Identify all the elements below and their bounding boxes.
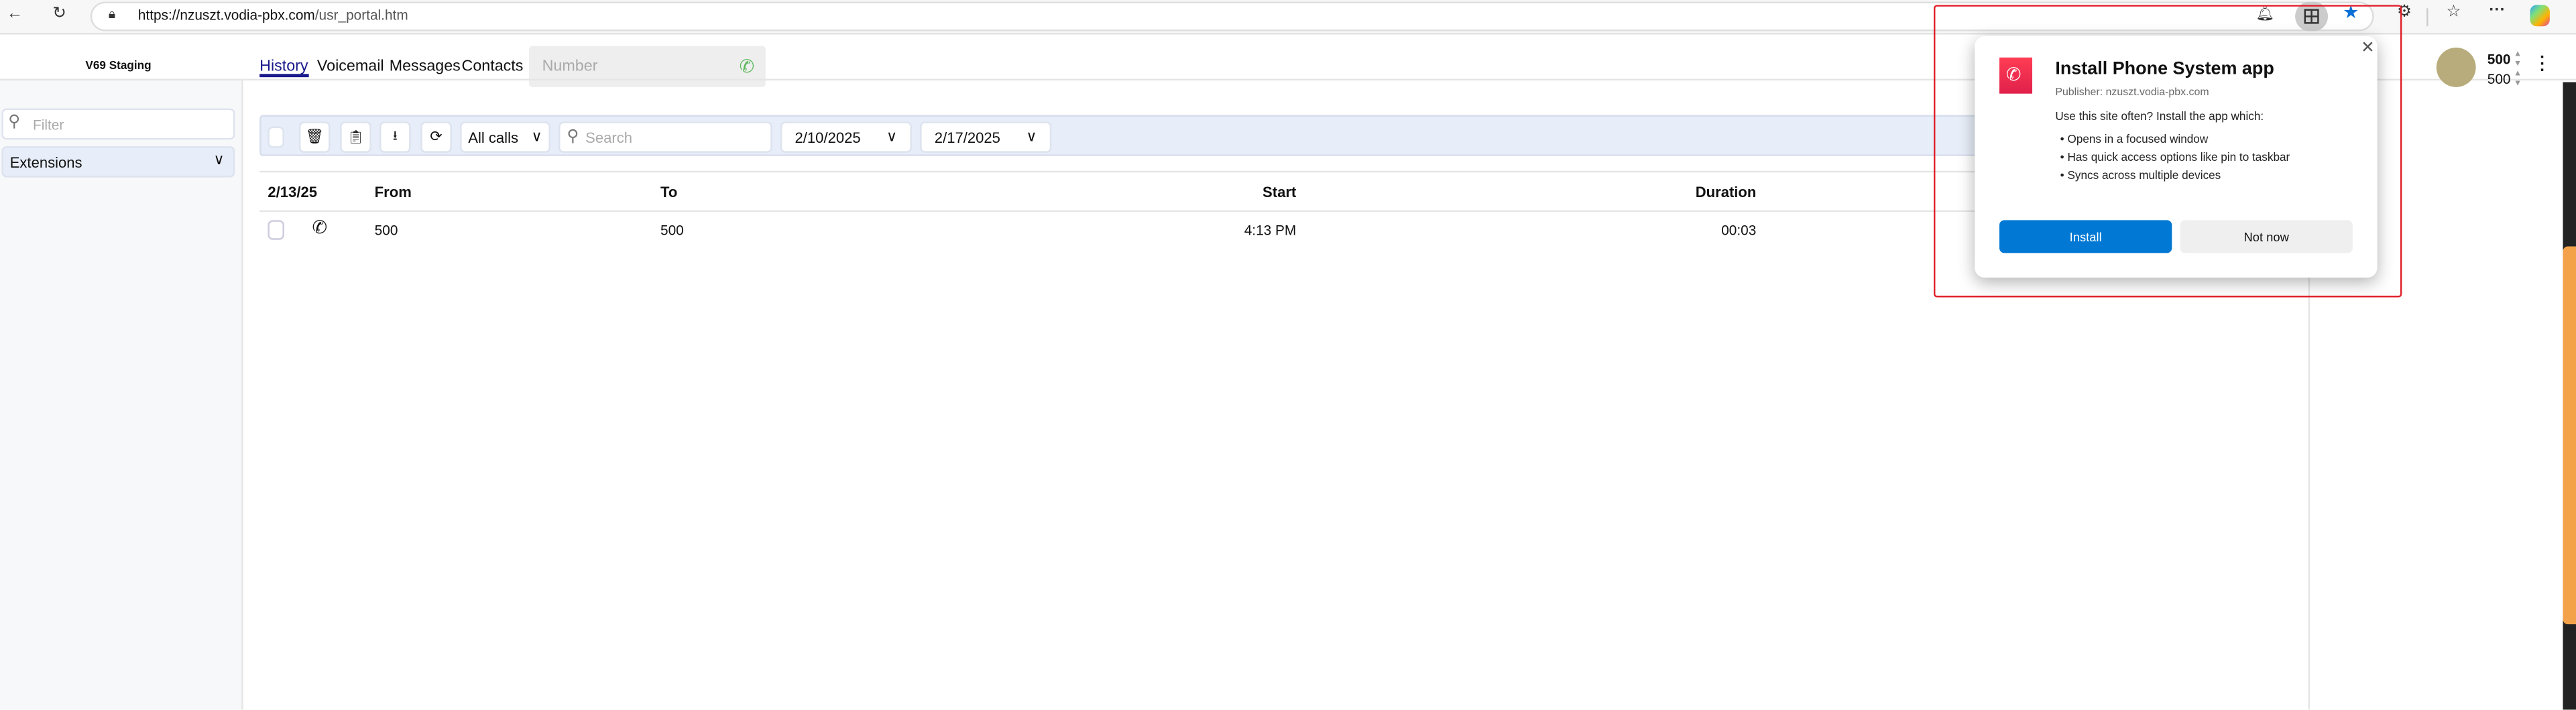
bullet-text: Opens in a focused window — [2067, 134, 2209, 147]
user-extension: 500 — [2487, 50, 2511, 68]
install-button[interactable]: Install — [1999, 220, 2172, 253]
column-header-from[interactable]: From — [375, 184, 412, 200]
filter-input[interactable]: ⚲ Filter — [1, 108, 235, 140]
call-type-select[interactable]: All calls ∨ — [460, 121, 550, 153]
install-app-popup: ✕ ✆ Install Phone System app Publisher: … — [1975, 36, 2378, 278]
sidebar-item-extensions[interactable]: Extensions ∨ — [1, 146, 235, 178]
cell-start: 4:13 PM — [1244, 221, 1297, 239]
active-tab-underline — [259, 74, 309, 78]
call-icon[interactable]: ✆ — [740, 56, 755, 77]
delete-button[interactable]: 🗑︎ — [298, 121, 331, 153]
url-path: /usr_portal.htm — [314, 6, 408, 23]
scrollbar[interactable] — [2563, 82, 2576, 710]
tab-messages[interactable]: Messages — [390, 58, 461, 76]
trash-icon: 🗑︎ — [305, 128, 325, 145]
tab-voicemail[interactable]: Voicemail — [317, 58, 384, 76]
screen: ← ↻ 🔒︎ https://nzuszt.vodia-pbx.com/usr_… — [0, 0, 2576, 710]
brand-label: V69 Staging — [85, 60, 152, 72]
tab-history[interactable]: History — [259, 58, 308, 76]
bullet-text: Syncs across multiple devices — [2067, 170, 2221, 182]
user-number: 500 — [2487, 70, 2511, 87]
url-host: https://nzuszt.vodia-pbx.com — [137, 6, 315, 23]
cell-to: 500 — [660, 221, 684, 239]
more-icon[interactable]: ··· — [2489, 3, 2506, 20]
bullet-text: Has quick access options like pin to tas… — [2067, 152, 2290, 165]
lock-icon: 🔒︎ — [108, 6, 116, 21]
date-from-value: 2/10/2025 — [795, 129, 861, 145]
search-input[interactable]: ⚲ Search — [559, 121, 772, 153]
date-group-header: 2/13/25 — [268, 184, 317, 200]
tab-contacts[interactable]: Contacts — [462, 58, 524, 76]
url-text[interactable]: https://nzuszt.vodia-pbx.com/usr_portal.… — [138, 7, 408, 23]
not-now-button[interactable]: Not now — [2180, 220, 2353, 253]
popup-publisher: Publisher: nzuszt.vodia-pbx.com — [2055, 86, 2209, 99]
favorites-icon[interactable]: ☆ — [2446, 4, 2461, 21]
extensions-label: Extensions — [9, 154, 82, 171]
date-from-select[interactable]: 2/10/2025 ∨ — [780, 121, 912, 153]
refresh-button[interactable]: ⟳ — [420, 121, 452, 153]
cell-duration: 00:03 — [1721, 221, 1757, 239]
chevron-down-icon: ∨ — [531, 128, 542, 145]
bullet-item: • Syncs across multiple devices — [2060, 170, 2221, 182]
column-header-start[interactable]: Start — [1263, 184, 1296, 200]
copilot-icon[interactable] — [2530, 5, 2550, 27]
back-icon[interactable]: ← — [7, 6, 23, 23]
kebab-menu-icon[interactable]: · · · — [2540, 50, 2545, 80]
app-icon: ✆ — [1999, 57, 2033, 94]
download-button[interactable]: ⭳ — [379, 121, 411, 153]
filter-placeholder: Filter — [33, 116, 64, 133]
chevron-down-icon: ∨ — [1026, 128, 1037, 145]
refresh-icon: ⟳ — [430, 128, 443, 145]
outgoing-call-icon: ✆ — [312, 218, 328, 239]
date-to-select[interactable]: 2/17/2025 ∨ — [920, 121, 1052, 153]
close-icon[interactable]: ✕ — [2361, 40, 2375, 58]
divider — [2426, 8, 2428, 27]
number-placeholder: Number — [542, 57, 598, 76]
number-input[interactable]: Number ✆ — [528, 46, 766, 87]
file-download-icon: ⭳ — [392, 127, 398, 142]
call-type-value: All calls — [468, 129, 519, 145]
avatar[interactable] — [2436, 48, 2476, 87]
row-checkbox[interactable] — [268, 220, 284, 240]
bullet-item: • Has quick access options like pin to t… — [2060, 152, 2290, 165]
popup-title: Install Phone System app — [2055, 59, 2274, 79]
cell-from: 500 — [374, 221, 398, 239]
chevron-down-icon: ∨ — [213, 151, 225, 168]
search-icon: ⚲ — [8, 113, 21, 132]
bullet-item: • Opens in a focused window — [2060, 134, 2209, 147]
chevron-down-icon: ∨ — [886, 128, 898, 145]
clipboard-check-icon: 📋︎ — [347, 129, 364, 145]
search-placeholder: Search — [585, 129, 633, 145]
popup-intro: Use this site often? Install the app whi… — [2055, 111, 2264, 123]
reload-icon[interactable]: ↻ — [52, 6, 66, 23]
select-all-checkbox[interactable] — [268, 126, 284, 148]
mark-button[interactable]: 📋︎ — [340, 121, 371, 153]
column-header-duration[interactable]: Duration — [1696, 184, 1757, 200]
spinner-icon[interactable]: ▲ ▼ — [2514, 69, 2522, 88]
column-header-to[interactable]: To — [660, 184, 677, 200]
search-icon: ⚲ — [567, 128, 579, 147]
date-to-value: 2/17/2025 — [934, 129, 1000, 145]
spinner-icon[interactable]: ▲ ▼ — [2514, 50, 2522, 69]
